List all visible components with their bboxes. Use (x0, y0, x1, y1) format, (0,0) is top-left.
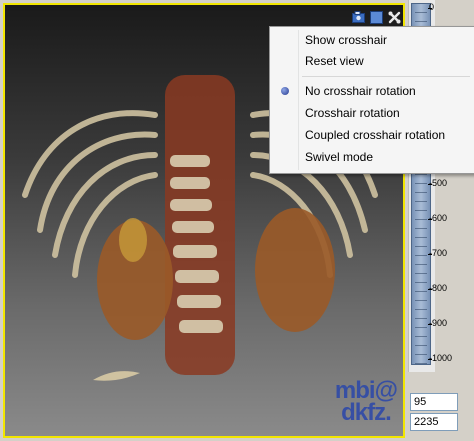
scale-label-900: -900 (429, 318, 448, 328)
menu-item-show-crosshair[interactable]: Show crosshair (270, 29, 474, 51)
level-field[interactable]: 95 (410, 393, 458, 411)
scale-label-700: -700 (429, 248, 448, 258)
menu-item-coupled-crosshair-rotation[interactable]: Coupled crosshair rotation (270, 124, 474, 146)
screenshot-icon[interactable] (351, 10, 365, 24)
menu-item-label: Swivel mode (305, 150, 374, 164)
viewer-toolbar (351, 10, 401, 24)
watermark-line-2: dkfz. (341, 399, 392, 426)
menu-item-label: Crosshair rotation (305, 106, 400, 120)
menu-item-reset-view[interactable]: Reset view (270, 50, 474, 72)
scale-label-1000: -1000 (429, 353, 453, 363)
context-menu: Show crosshair Reset view No crosshair r… (269, 26, 474, 174)
radio-selected-icon (281, 87, 289, 95)
tools-icon[interactable] (387, 10, 401, 24)
layout-icon[interactable] (369, 10, 383, 24)
menu-item-label: Reset view (305, 54, 364, 68)
scale-label-0: 0 (429, 2, 435, 12)
menu-item-label: Show crosshair (305, 33, 388, 47)
menu-item-crosshair-rotation[interactable]: Crosshair rotation (270, 102, 474, 124)
watermark-logo: mbi@ dkfz. (335, 379, 398, 426)
scale-label-500: -500 (429, 178, 448, 188)
scale-label-600: -600 (429, 213, 448, 223)
menu-item-label: No crosshair rotation (305, 84, 416, 98)
window-field[interactable]: 2235 (410, 413, 458, 431)
menu-item-swivel-mode[interactable]: Swivel mode (270, 146, 474, 168)
menu-item-label: Coupled crosshair rotation (305, 128, 446, 142)
scale-label-800: -800 (429, 283, 448, 293)
menu-item-no-crosshair-rotation[interactable]: No crosshair rotation (270, 80, 474, 102)
